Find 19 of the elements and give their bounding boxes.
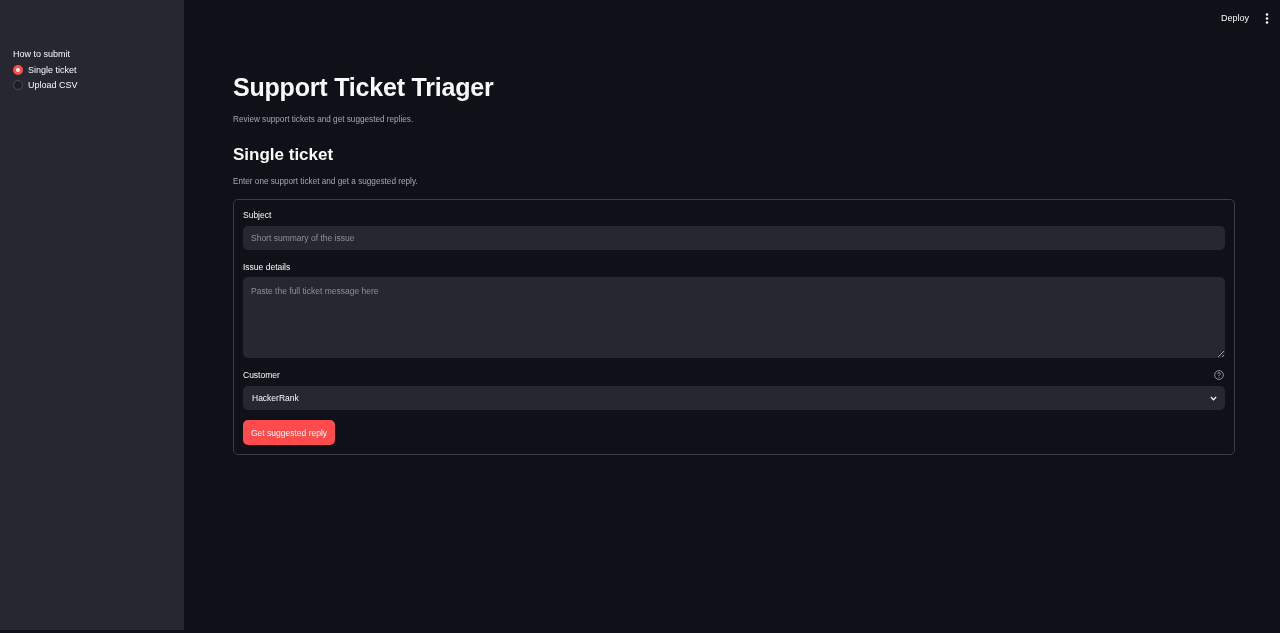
field-label: Subject [243, 209, 272, 221]
deploy-button[interactable]: Deploy [1219, 9, 1251, 27]
radio-option-label[interactable]: Upload CSV [28, 79, 78, 91]
help-icon[interactable] [1214, 370, 1224, 380]
section-description: Enter one support ticket and get a suggested reply. [233, 176, 418, 188]
radio-option-label[interactable]: Single ticket [28, 64, 77, 76]
page-title: Support Ticket Triager [233, 72, 494, 103]
customer-select-field[interactable]: HackerRank [243, 386, 1225, 410]
radio-group-label: How to submit [13, 48, 71, 60]
details-textarea-field[interactable]: Paste the full ticket message here [243, 277, 1225, 358]
subject-input-field[interactable]: Short summary of the issue [243, 226, 1225, 250]
section-heading: Single ticket [233, 144, 334, 166]
chevron-down-icon [1210, 395, 1217, 401]
radio-button-icon[interactable] [13, 65, 23, 75]
radio-button-icon[interactable] [13, 80, 23, 90]
page-subtitle: Review support tickets and get suggested replies. [233, 114, 414, 126]
more-options-icon[interactable] [1265, 12, 1269, 24]
field-label: Customer [243, 369, 280, 381]
field-label: Issue details [243, 261, 291, 273]
